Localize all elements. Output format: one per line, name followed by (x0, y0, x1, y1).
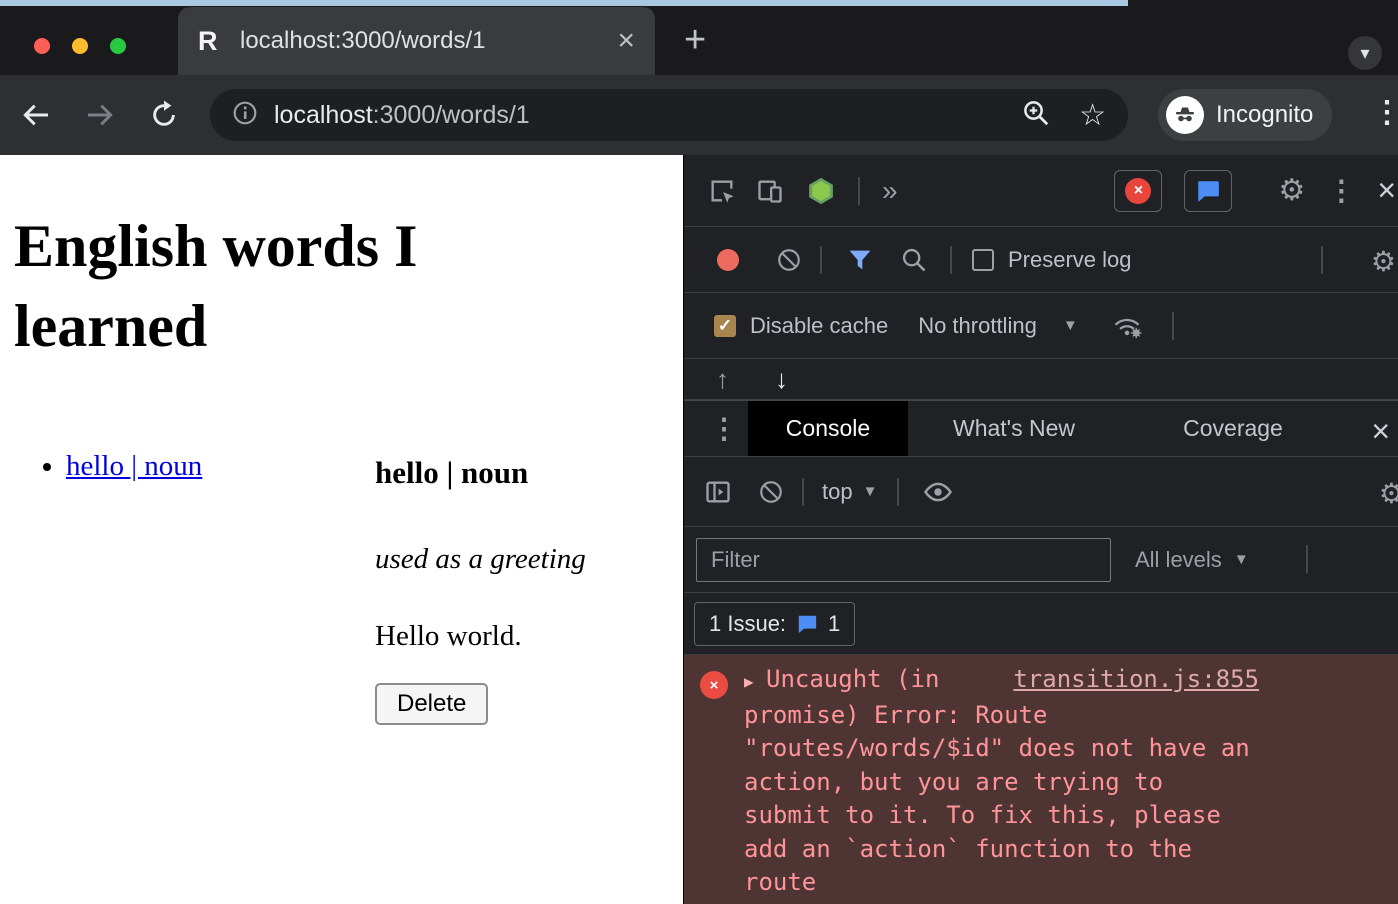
delete-button[interactable]: Delete (375, 683, 488, 725)
word-list: hello | noun (28, 450, 202, 483)
preserve-log-checkbox[interactable] (972, 249, 994, 271)
context-selector[interactable]: top (822, 479, 853, 505)
incognito-icon (1166, 96, 1204, 134)
clear-console-icon[interactable] (758, 479, 784, 505)
minimize-window-button[interactable] (72, 38, 88, 54)
export-har-icon[interactable]: ↓ (775, 364, 788, 395)
word-example: Hello world. (375, 620, 586, 653)
filter-icon[interactable] (846, 246, 874, 274)
levels-dropdown-icon[interactable]: ▼ (1234, 551, 1249, 568)
tab-coverage[interactable]: Coverage (1140, 401, 1326, 456)
network-conditions-row: ✓ Disable cache No throttling ▼ (684, 293, 1398, 359)
import-har-icon[interactable]: ↑ (716, 364, 729, 395)
tab-search-button[interactable]: ▾ (1348, 36, 1382, 70)
reload-button[interactable] (146, 97, 182, 133)
drawer-close-icon[interactable]: × (1371, 413, 1390, 450)
word-detail-title: hello | noun (375, 455, 586, 491)
tab-close-icon[interactable]: × (617, 26, 635, 56)
record-network-icon[interactable] (708, 249, 748, 271)
devtools-menu-icon[interactable]: ⋮ (1327, 174, 1355, 207)
disable-cache-checkbox[interactable]: ✓ (714, 315, 736, 337)
clear-network-icon[interactable] (776, 247, 802, 273)
console-error-message: transition.js:855 ▶Uncaught (in promise) … (744, 663, 1259, 900)
browser-menu-icon[interactable]: ⋮ (1372, 95, 1398, 130)
network-toolbar: Preserve log ⚙ (684, 227, 1398, 293)
word-detail: hello | noun used as a greeting Hello wo… (375, 455, 586, 725)
forward-button[interactable] (82, 97, 118, 133)
throttling-select[interactable]: No throttling (918, 313, 1037, 339)
device-toolbar-icon[interactable] (756, 177, 784, 205)
word-link[interactable]: hello | noun (66, 450, 202, 482)
fullscreen-window-button[interactable] (110, 38, 126, 54)
tab-title: localhost:3000/words/1 (240, 27, 617, 55)
address-bar[interactable]: localhost:3000/words/1 ☆ (210, 89, 1128, 141)
expand-error-icon[interactable]: ▶ (744, 665, 766, 699)
site-info-icon[interactable] (232, 100, 258, 131)
browser-tab[interactable]: R localhost:3000/words/1 × (178, 7, 655, 75)
inspect-element-icon[interactable] (708, 177, 736, 205)
chevron-down-icon: ▾ (1360, 43, 1369, 64)
page-title: English words I learned (14, 207, 544, 367)
network-conditions-icon[interactable] (1112, 313, 1142, 339)
devtools-panel: » × ⚙ ⋮ × (683, 155, 1398, 904)
back-button[interactable] (18, 97, 54, 133)
incognito-label: Incognito (1216, 101, 1313, 129)
drawer-menu-icon[interactable]: ⋮ (710, 412, 738, 445)
word-definition: used as a greeting (375, 543, 586, 576)
context-dropdown-icon[interactable]: ▼ (863, 483, 878, 500)
throttling-dropdown-icon[interactable]: ▼ (1063, 317, 1078, 334)
window-top-accent (0, 0, 1128, 6)
issues-counter-button[interactable]: 1 Issue: 1 (694, 602, 855, 646)
filter-input[interactable] (696, 538, 1111, 582)
tab-console[interactable]: Console (748, 401, 908, 456)
console-filter-row: All levels ▼ (684, 527, 1398, 593)
drawer-tab-bar: ⋮ Console What's New Coverage × (684, 400, 1398, 457)
traffic-lights (34, 38, 126, 54)
error-source-link[interactable]: transition.js:855 (1013, 663, 1259, 697)
zoom-icon[interactable] (1021, 98, 1051, 133)
console-error-entry: × transition.js:855 ▶Uncaught (in promise… (684, 655, 1398, 904)
incognito-badge: Incognito (1158, 89, 1332, 141)
browser-window: R localhost:3000/words/1 × + ▾ localhost… (0, 0, 1398, 904)
log-levels-select[interactable]: All levels (1135, 547, 1222, 573)
url-text: localhost:3000/words/1 (274, 101, 530, 130)
browser-toolbar: localhost:3000/words/1 ☆ Incognito ⋮ (0, 75, 1398, 155)
error-icon: × (700, 671, 728, 699)
chat-bubble-icon (1195, 178, 1221, 204)
tab-strip: R localhost:3000/words/1 × + ▾ (0, 0, 1398, 75)
error-message-text: Uncaught (in promise) Error: Route "rout… (744, 665, 1250, 896)
issues-count: 1 (828, 611, 840, 637)
issues-label: 1 Issue: (709, 611, 786, 637)
network-settings-icon[interactable]: ⚙ (1371, 245, 1396, 278)
live-expression-eye-icon[interactable] (923, 477, 953, 507)
issue-chat-icon (796, 613, 818, 635)
console-sidebar-icon[interactable] (704, 478, 732, 506)
bookmark-star-icon[interactable]: ☆ (1079, 98, 1106, 133)
devtools-settings-icon[interactable]: ⚙ (1278, 173, 1305, 208)
search-icon[interactable] (900, 246, 928, 274)
node-icon[interactable] (806, 176, 836, 206)
console-settings-icon[interactable]: ⚙ (1379, 477, 1398, 510)
devtools-close-icon[interactable]: × (1377, 172, 1396, 209)
close-window-button[interactable] (34, 38, 50, 54)
issues-row: 1 Issue: 1 (684, 593, 1398, 655)
error-notification-button[interactable]: × (1114, 170, 1162, 212)
issues-notification-button[interactable] (1184, 170, 1232, 212)
new-tab-button[interactable]: + (684, 26, 706, 54)
tab-whats-new[interactable]: What's New (908, 401, 1120, 456)
error-badge-icon: × (1125, 178, 1151, 204)
preserve-log-label: Preserve log (1008, 247, 1132, 273)
disable-cache-label: Disable cache (750, 313, 888, 339)
web-page: English words I learned hello | noun hel… (0, 155, 683, 904)
devtools-main-toolbar: » × ⚙ ⋮ × (684, 155, 1398, 227)
more-tabs-icon[interactable]: » (882, 175, 898, 207)
list-item: hello | noun (66, 450, 202, 483)
har-row: ↑ ↓ (684, 359, 1398, 400)
remix-favicon-icon: R (198, 26, 228, 57)
console-toolbar: top ▼ ⚙ (684, 457, 1398, 527)
